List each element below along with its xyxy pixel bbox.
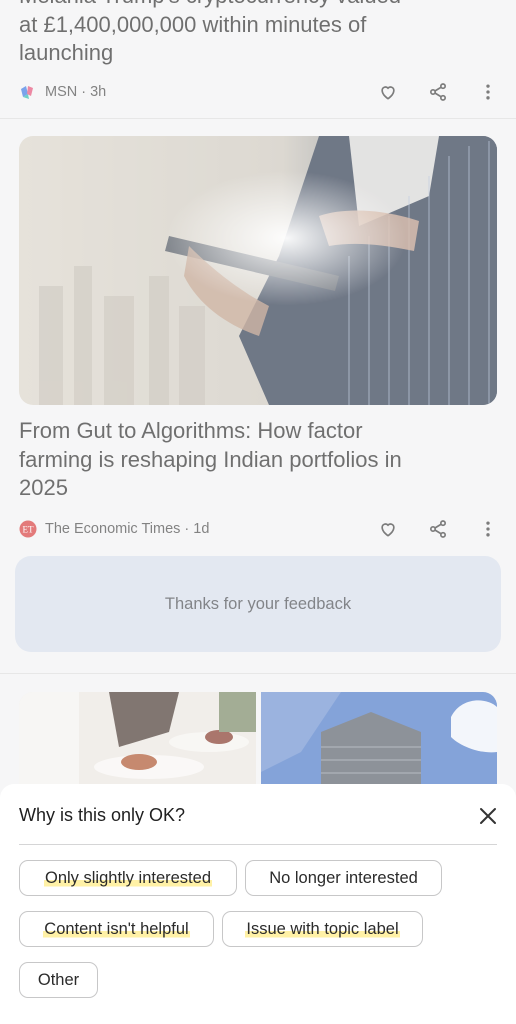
option-no-longer-interested[interactable]: No longer interested [245, 860, 442, 896]
option-label: Only slightly interested [44, 868, 212, 888]
sheet-divider [19, 844, 497, 845]
option-label: Issue with topic label [245, 919, 400, 939]
option-label: No longer interested [269, 868, 418, 887]
sheet-title: Why is this only OK? [19, 805, 186, 825]
option-label: Other [37, 970, 80, 989]
option-label: Content isn't helpful [43, 919, 190, 939]
option-issue-with-topic-label[interactable]: Issue with topic label [222, 911, 423, 947]
close-icon[interactable] [476, 804, 500, 828]
feedback-bottom-sheet: Why is this only OK? Only slightly inter… [0, 784, 516, 1024]
option-content-not-helpful[interactable]: Content isn't helpful [19, 911, 214, 947]
option-other[interactable]: Other [19, 962, 98, 998]
option-only-slightly-interested[interactable]: Only slightly interested [19, 860, 237, 896]
